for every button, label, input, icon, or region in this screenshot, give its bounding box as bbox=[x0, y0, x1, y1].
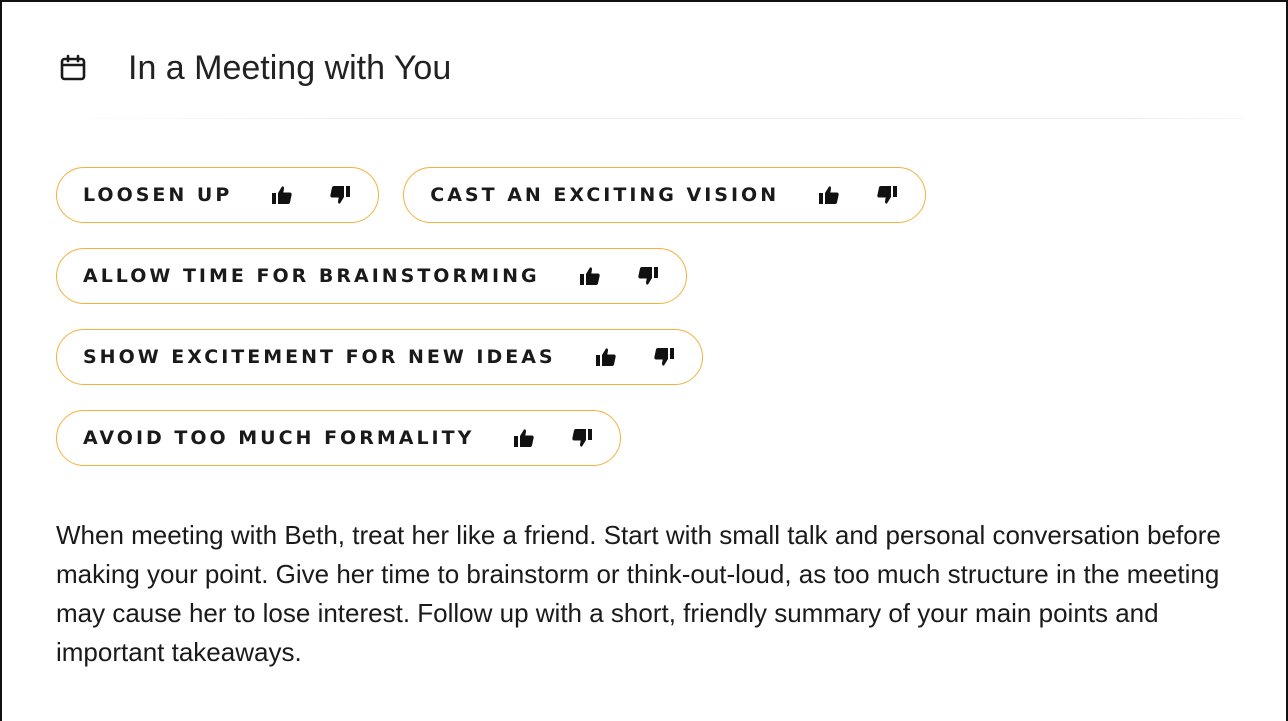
thumbs-down-icon[interactable] bbox=[328, 183, 352, 207]
tip-row: SHOW EXCITEMENT FOR NEW IDEAS bbox=[56, 329, 1246, 385]
tip-row: AVOID TOO MUCH FORMALITY bbox=[56, 410, 1246, 466]
thumbs-up-icon[interactable] bbox=[594, 345, 618, 369]
tip-pill-formality: AVOID TOO MUCH FORMALITY bbox=[56, 410, 622, 466]
tip-label: SHOW EXCITEMENT FOR NEW IDEAS bbox=[83, 346, 556, 368]
thumbs-up-icon[interactable] bbox=[512, 426, 536, 450]
calendar-icon bbox=[58, 53, 88, 83]
tip-feedback bbox=[817, 183, 899, 207]
tip-label: AVOID TOO MUCH FORMALITY bbox=[83, 427, 475, 449]
header-divider bbox=[58, 118, 1244, 119]
thumbs-down-icon[interactable] bbox=[636, 264, 660, 288]
tip-feedback bbox=[578, 264, 660, 288]
tip-pill-excitement: SHOW EXCITEMENT FOR NEW IDEAS bbox=[56, 329, 703, 385]
tip-row: ALLOW TIME FOR BRAINSTORMING bbox=[56, 248, 1246, 304]
section-title: In a Meeting with You bbox=[128, 48, 452, 87]
thumbs-down-icon[interactable] bbox=[652, 345, 676, 369]
tip-pill-brainstorming: ALLOW TIME FOR BRAINSTORMING bbox=[56, 248, 687, 304]
tip-feedback bbox=[512, 426, 594, 450]
thumbs-up-icon[interactable] bbox=[270, 183, 294, 207]
thumbs-up-icon[interactable] bbox=[578, 264, 602, 288]
thumbs-down-icon[interactable] bbox=[570, 426, 594, 450]
tip-row: LOOSEN UP CAST AN EXCITING VISION bbox=[56, 167, 1246, 223]
meeting-tips-card: In a Meeting with You LOOSEN UP CAST AN … bbox=[0, 0, 1288, 721]
tip-pill-cast-vision: CAST AN EXCITING VISION bbox=[403, 167, 927, 223]
meeting-description: When meeting with Beth, treat her like a… bbox=[56, 520, 1221, 667]
tip-label: LOOSEN UP bbox=[83, 184, 233, 206]
thumbs-up-icon[interactable] bbox=[817, 183, 841, 207]
thumbs-down-icon[interactable] bbox=[875, 183, 899, 207]
tips-list: LOOSEN UP CAST AN EXCITING VISION ALLOW … bbox=[56, 167, 1246, 491]
tip-label: CAST AN EXCITING VISION bbox=[430, 184, 780, 206]
section-header: In a Meeting with You bbox=[58, 40, 451, 96]
tip-feedback bbox=[594, 345, 676, 369]
tip-feedback bbox=[270, 183, 352, 207]
tip-pill-loosen-up: LOOSEN UP bbox=[56, 167, 380, 223]
tip-label: ALLOW TIME FOR BRAINSTORMING bbox=[83, 265, 540, 287]
